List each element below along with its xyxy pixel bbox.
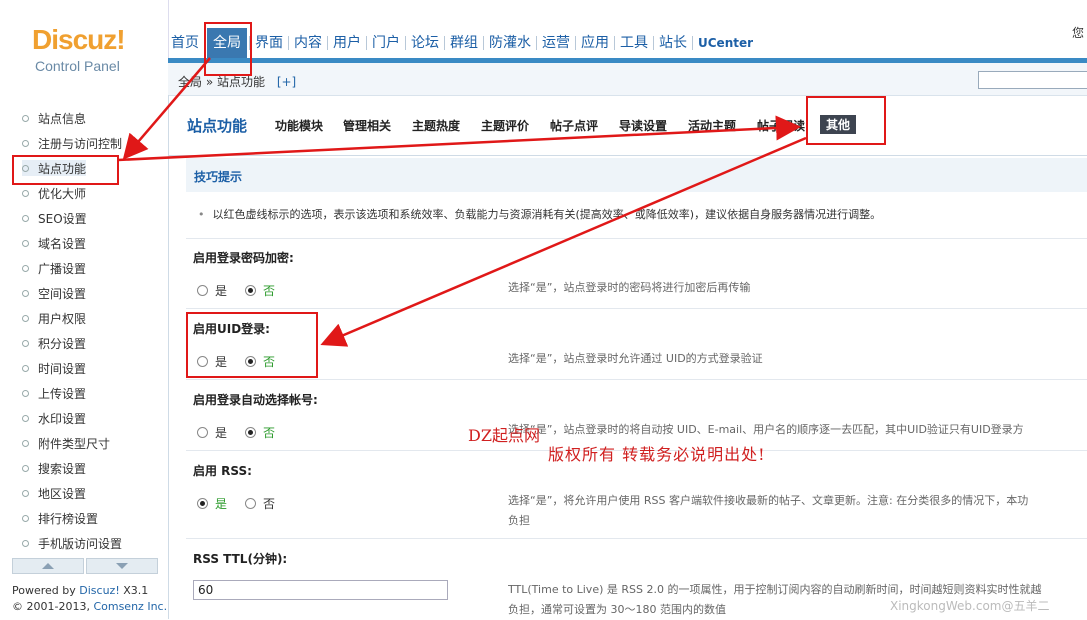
arrow-tab-to-uid bbox=[320, 136, 807, 347]
annotation-arrows bbox=[117, 57, 807, 347]
arrow-sidebar-to-tab bbox=[117, 115, 801, 162]
arrow-nav-to-sidebar bbox=[122, 57, 211, 160]
watermark-copyright: 版权所有 转载务必说明出处! bbox=[548, 445, 766, 464]
watermark-site: DZ起点网 bbox=[468, 426, 540, 445]
watermark-corner: XingkongWeb.com@五羊二 bbox=[890, 599, 1050, 613]
